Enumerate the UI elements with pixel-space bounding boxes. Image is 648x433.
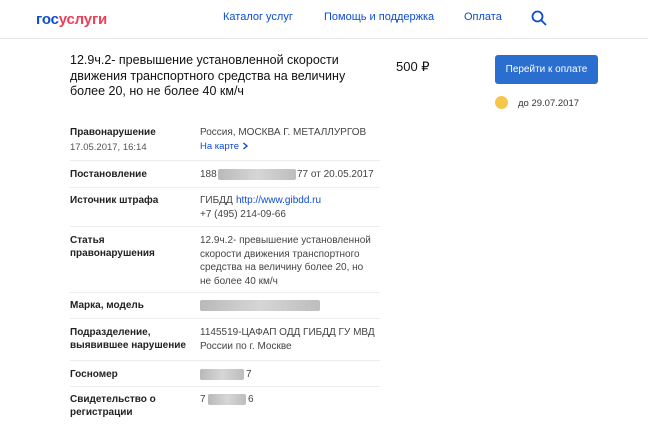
map-link[interactable]: На карте	[200, 141, 249, 152]
gosuslugi-logo[interactable]: госуслуги	[36, 11, 107, 28]
divider	[70, 360, 380, 361]
decree-number-suffix: 77 от 20.05.2017	[297, 169, 374, 180]
divider	[70, 160, 380, 161]
source-name: ГИБДД	[200, 195, 233, 206]
registration-cert-prefix: 7	[200, 394, 206, 405]
divider	[70, 386, 380, 387]
nav-catalog[interactable]: Каталог услуг	[223, 11, 293, 23]
divider	[70, 292, 380, 293]
model-redacted	[200, 300, 320, 311]
plate-suffix: 7	[246, 369, 252, 380]
decree-number-redacted	[218, 169, 296, 180]
search-icon[interactable]	[531, 10, 547, 26]
article-text: 12.9ч.2- превышение установленной скорос…	[200, 235, 371, 287]
offense-datetime: 17.05.2017, 16:14	[70, 142, 147, 153]
top-header: госуслуги Каталог услуг Помощь и поддерж…	[0, 0, 648, 39]
division-line1: 1145519-ЦАФАП ОДД ГИБДД ГУ МВД	[200, 327, 375, 338]
registration-cert-redacted	[208, 394, 246, 405]
nav-help[interactable]: Помощь и поддержка	[324, 11, 434, 23]
offense-label: Правонарушение	[70, 127, 156, 138]
decree-number-prefix: 188	[200, 169, 217, 180]
map-link-label: На карте	[200, 141, 240, 152]
division-line2: России по г. Москве	[200, 341, 292, 352]
registration-cert-suffix: 6	[248, 394, 254, 405]
source-url-link[interactable]: http://www.gibdd.ru	[236, 194, 321, 207]
divider	[70, 318, 380, 319]
plate-label: Госномер	[70, 369, 118, 380]
decree-label: Постановление	[70, 169, 147, 180]
pay-button[interactable]: Перейти к оплате	[495, 55, 598, 84]
due-date-indicator-icon	[495, 96, 508, 109]
nav-payment[interactable]: Оплата	[464, 11, 502, 23]
offense-place: Россия, МОСКВА Г. МЕТАЛЛУРГОВ	[200, 127, 367, 138]
article-label: Статья правонарушения	[70, 235, 155, 259]
fine-title: 12.9ч.2- превышение установленной скорос…	[70, 53, 346, 98]
source-label: Источник штрафа	[70, 195, 159, 206]
fine-amount: 500 ₽	[396, 59, 430, 74]
model-label: Марка, модель	[70, 300, 144, 311]
registration-cert-label: Свидетельство о регистрации	[70, 394, 156, 418]
divider	[70, 226, 380, 227]
chevron-right-icon	[242, 142, 248, 150]
division-label: Подразделение, выявившее нарушение	[70, 327, 186, 351]
logo-part-uslugi: услуги	[58, 11, 108, 28]
due-date: до 29.07.2017	[518, 98, 580, 109]
plate-redacted	[200, 369, 244, 380]
divider	[70, 187, 380, 188]
source-phone: +7 (495) 214-09-66	[200, 209, 286, 220]
logo-part-gos: гос	[36, 11, 59, 28]
